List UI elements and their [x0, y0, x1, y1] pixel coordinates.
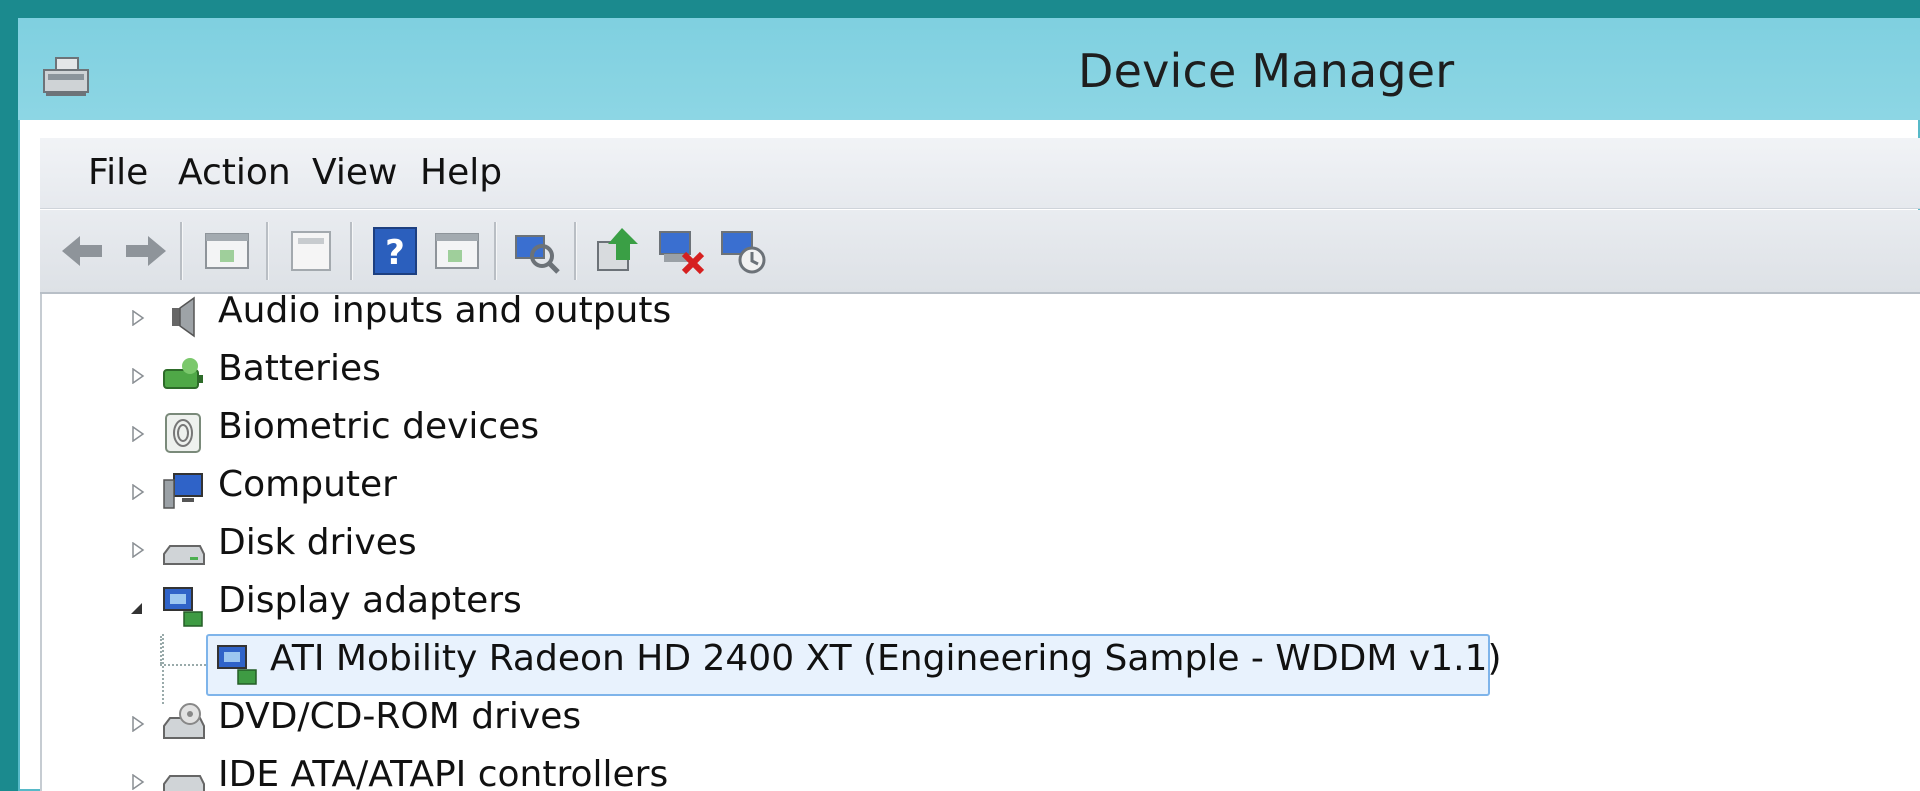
properties-icon[interactable]	[284, 224, 338, 278]
title-bar[interactable]: Device Manager	[18, 18, 1920, 120]
tree-item-label: ATI Mobility Radeon HD 2400 XT (Engineer…	[270, 638, 1502, 679]
menu-help[interactable]: Help	[412, 148, 510, 197]
display-adapter-icon	[217, 645, 257, 685]
tree-item-ati-radeon[interactable]: ATI Mobility Radeon HD 2400 XT (Engineer…	[42, 634, 1542, 696]
menu-view[interactable]: View	[304, 148, 405, 197]
tree-item-label: DVD/CD-ROM drives	[218, 696, 582, 737]
device-tree[interactable]: Audio inputs and outputs Batteries Biome…	[40, 290, 1920, 791]
toolbar-separator	[350, 222, 353, 280]
forward-icon[interactable]	[118, 224, 172, 278]
display-adapter-icon	[163, 587, 203, 627]
expand-arrow-icon[interactable]	[130, 368, 146, 384]
expand-arrow-icon[interactable]	[130, 310, 146, 326]
tree-item-biometric[interactable]: Biometric devices	[42, 404, 1542, 460]
action-pane-icon[interactable]	[430, 224, 484, 278]
device-manager-app-icon[interactable]	[38, 52, 94, 100]
collapse-arrow-icon[interactable]	[128, 600, 144, 616]
disable-device-icon[interactable]	[716, 224, 770, 278]
tree-item-label: Display adapters	[218, 580, 522, 621]
toolbar-separator	[494, 222, 497, 280]
menu-action[interactable]: Action	[170, 148, 299, 197]
expand-arrow-icon[interactable]	[130, 542, 146, 558]
tree-item-batteries[interactable]: Batteries	[42, 346, 1542, 402]
update-driver-icon[interactable]	[592, 224, 646, 278]
tree-item-ide-ata-atapi[interactable]: IDE ATA/ATAPI controllers	[42, 752, 1542, 791]
tree-item-label: Computer	[218, 464, 397, 505]
speaker-icon	[172, 296, 195, 338]
svg-text:?: ?	[385, 233, 405, 273]
expand-arrow-icon[interactable]	[130, 716, 146, 732]
toolbar: ?	[40, 210, 1920, 294]
dvd-drive-icon	[163, 703, 205, 739]
device-manager-window: Device Manager File Action View Help ? A…	[18, 18, 1920, 791]
tree-item-dvd-cd-rom[interactable]: DVD/CD-ROM drives	[42, 694, 1542, 750]
expand-arrow-icon[interactable]	[130, 426, 146, 442]
show-hide-tree-icon[interactable]	[200, 224, 254, 278]
disk-drive-icon	[163, 545, 205, 565]
tree-item-audio[interactable]: Audio inputs and outputs	[42, 288, 1542, 344]
tree-item-label: IDE ATA/ATAPI controllers	[218, 754, 669, 791]
tree-item-computer[interactable]: Computer	[42, 462, 1542, 518]
window-title: Device Manager	[1078, 44, 1455, 98]
tree-item-disk-drives[interactable]: Disk drives	[42, 520, 1542, 576]
uninstall-device-icon[interactable]	[654, 224, 708, 278]
expand-arrow-icon[interactable]	[130, 484, 146, 500]
tree-item-label: Biometric devices	[218, 406, 540, 447]
computer-icon	[163, 473, 203, 509]
back-icon[interactable]	[56, 224, 110, 278]
expand-arrow-icon[interactable]	[130, 774, 146, 790]
menu-bar: File Action View Help	[40, 138, 1920, 209]
toolbar-separator	[266, 222, 269, 280]
tree-item-label: Audio inputs and outputs	[218, 290, 672, 331]
fingerprint-icon	[165, 413, 201, 453]
tree-item-label: Batteries	[218, 348, 381, 389]
ide-controller-icon	[163, 775, 205, 791]
tree-connector-line	[160, 636, 164, 664]
scan-hardware-icon[interactable]	[508, 224, 562, 278]
tree-item-label: Disk drives	[218, 522, 417, 563]
toolbar-separator	[180, 222, 183, 280]
battery-icon	[163, 358, 203, 389]
toolbar-separator	[574, 222, 577, 280]
help-icon[interactable]: ?	[368, 224, 422, 278]
menu-file[interactable]: File	[80, 148, 156, 197]
tree-item-display-adapters[interactable]: Display adapters	[42, 578, 1542, 634]
